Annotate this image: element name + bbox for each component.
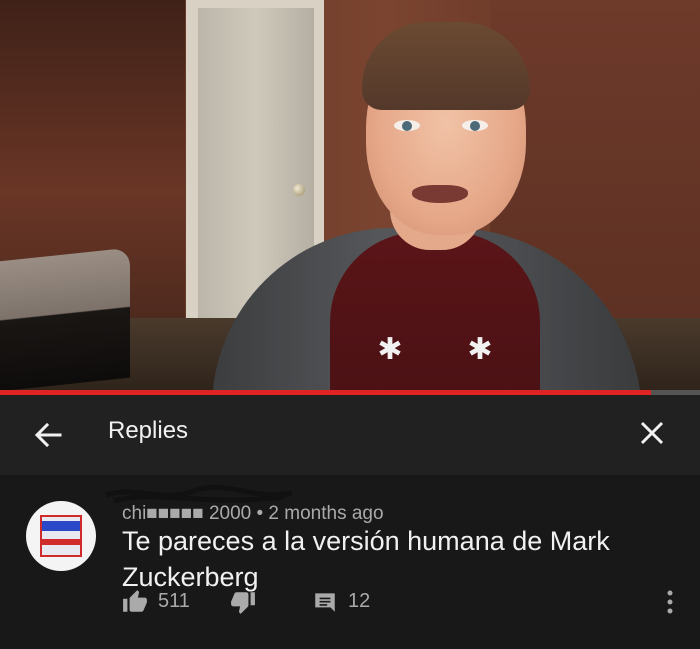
palm-tree-icon: ✱	[467, 333, 493, 366]
reply-comment: chi■■■■■ 2000 • 2 months ago Te pareces …	[0, 475, 700, 649]
palm-tree-icon: ✱	[377, 333, 403, 366]
video-player[interactable]: ✱ ✱	[0, 0, 700, 390]
header-title: Replies	[108, 417, 189, 444]
comment-actions: 511 12	[120, 587, 680, 617]
video-door-knob	[293, 184, 305, 196]
video-person-eye-left	[394, 120, 420, 131]
video-person-mouth	[412, 185, 468, 203]
like-count: 511	[158, 590, 190, 612]
replies-header: Replies	[0, 395, 700, 475]
arrow-left-icon	[34, 422, 62, 448]
close-button[interactable]	[632, 413, 672, 453]
reply-count: 12	[348, 590, 371, 612]
comment-author-and-time: chi■■■■■ 2000 • 2 months ago	[122, 503, 384, 524]
thumbs-down-icon[interactable]	[230, 589, 256, 615]
more-vert-icon[interactable]	[660, 587, 680, 617]
close-icon	[640, 421, 664, 445]
video-person-eye-right	[462, 120, 488, 131]
video-bed	[0, 247, 130, 390]
comment-text: Te pareces a la versión humana de Mark Z…	[122, 526, 610, 592]
comment-icon[interactable]	[312, 589, 338, 615]
thumbs-up-icon[interactable]	[122, 589, 148, 615]
back-button[interactable]	[28, 415, 68, 455]
avatar[interactable]	[26, 501, 96, 571]
avatar-image	[40, 515, 82, 557]
